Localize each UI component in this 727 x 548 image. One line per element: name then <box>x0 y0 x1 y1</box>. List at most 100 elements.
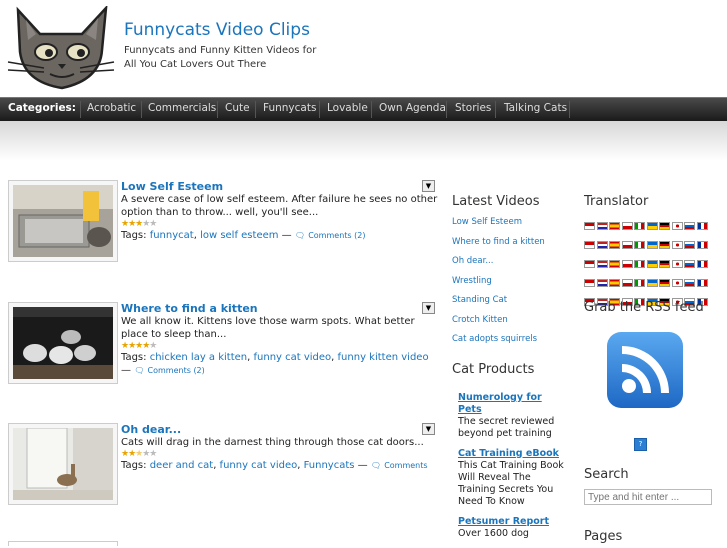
post-body: Cats will drag in the darnest thing thro… <box>121 436 439 472</box>
language-flag-icon[interactable] <box>671 279 683 287</box>
language-flag-icon[interactable] <box>634 260 645 268</box>
language-flag-icon[interactable] <box>621 279 633 287</box>
category-nav: Categories: Acrobatic Commercials Cute F… <box>0 97 727 122</box>
language-flag-icon[interactable] <box>596 241 608 249</box>
language-flag-icon[interactable] <box>634 222 645 230</box>
language-flag-icon[interactable] <box>634 241 645 249</box>
language-flag-icon[interactable] <box>684 260 695 268</box>
category-lovable[interactable]: Lovable <box>327 102 368 114</box>
small-badge-icon[interactable]: ? <box>634 438 647 451</box>
language-flag-icon[interactable] <box>696 241 708 249</box>
latest-video-link[interactable]: Cat adopts squirrels <box>452 330 572 350</box>
post-thumbnail[interactable] <box>8 302 118 384</box>
language-flag-icon[interactable] <box>584 260 595 268</box>
language-flag-icon[interactable] <box>621 222 633 230</box>
expand-toggle-button[interactable]: ▼ <box>422 180 435 192</box>
language-flag-icon[interactable] <box>659 241 670 249</box>
language-flag-icon[interactable] <box>584 222 595 230</box>
sidebar-right: Translator <box>584 194 724 209</box>
language-flag-icon[interactable] <box>634 279 645 287</box>
language-flag-icon[interactable] <box>696 279 708 287</box>
language-flag-icon[interactable] <box>584 279 595 287</box>
expand-toggle-button[interactable]: ▼ <box>422 423 435 435</box>
language-flag-icon[interactable] <box>584 241 595 249</box>
latest-video-link[interactable]: Low Self Esteem <box>452 213 572 233</box>
language-flag-icon[interactable] <box>621 241 633 249</box>
product-title-link[interactable]: Petsumer Report <box>458 516 566 528</box>
comment-icon: 🗨 <box>294 231 306 240</box>
comments-link[interactable]: Comments <box>384 461 427 470</box>
language-flag-icon[interactable] <box>684 241 695 249</box>
tag-link[interactable]: funny cat video <box>254 352 332 363</box>
deer-doorway-image <box>13 428 113 500</box>
tag-link[interactable]: deer and cat <box>150 460 213 471</box>
search-heading: Search <box>584 467 629 482</box>
language-flag-icon[interactable] <box>609 279 620 287</box>
post-title[interactable]: Where to find a kitten <box>121 302 258 315</box>
latest-video-link[interactable]: Oh dear... <box>452 252 572 272</box>
language-flag-icon[interactable] <box>659 279 670 287</box>
tag-link[interactable]: funny kitten video <box>338 352 429 363</box>
rss-feed-icon[interactable] <box>605 330 685 410</box>
gradient-band <box>0 121 727 161</box>
language-flag-icon[interactable] <box>646 222 658 230</box>
expand-toggle-button[interactable]: ▼ <box>422 302 435 314</box>
category-own-agenda[interactable]: Own Agenda <box>379 102 446 114</box>
category-cute[interactable]: Cute <box>225 102 250 114</box>
language-flag-icon[interactable] <box>684 222 695 230</box>
language-flag-icon[interactable] <box>621 260 633 268</box>
category-stories[interactable]: Stories <box>455 102 491 114</box>
tags-label: Tags: <box>121 460 147 471</box>
latest-video-link[interactable]: Where to find a kitten <box>452 233 572 253</box>
post-excerpt: Cats will drag in the darnest thing thro… <box>121 437 424 448</box>
pages-heading: Pages <box>584 529 623 544</box>
post-title[interactable]: Oh dear... <box>121 423 181 436</box>
tag-link[interactable]: chicken lay a kitten <box>150 352 247 363</box>
language-flag-icon[interactable] <box>696 222 708 230</box>
language-flag-icon[interactable] <box>671 222 683 230</box>
language-flag-icon[interactable] <box>609 260 620 268</box>
product-title-link[interactable]: Numerology for Pets <box>458 392 566 416</box>
search-section: Search <box>584 467 724 482</box>
language-flag-icon[interactable] <box>696 260 708 268</box>
tag-link[interactable]: funnycat <box>150 230 194 241</box>
rating-stars[interactable]: ★★★★★ <box>121 341 439 351</box>
language-flag-icon[interactable] <box>609 241 620 249</box>
product-title-link[interactable]: Cat Training eBook <box>458 448 566 460</box>
category-funnycats[interactable]: Funnycats <box>263 102 316 114</box>
language-flag-icon[interactable] <box>659 260 670 268</box>
latest-video-link[interactable]: Wrestling <box>452 272 572 292</box>
latest-video-link[interactable]: Crotch Kitten <box>452 311 572 331</box>
category-talking-cats[interactable]: Talking Cats <box>504 102 567 114</box>
cat-logo[interactable] <box>6 6 116 92</box>
language-flag-icon[interactable] <box>596 279 608 287</box>
site-title[interactable]: Funnycats Video Clips <box>124 20 310 40</box>
language-flag-icon[interactable] <box>609 222 620 230</box>
comments-link[interactable]: Comments (2) <box>148 366 205 375</box>
post-thumbnail[interactable] <box>8 423 118 505</box>
rating-stars[interactable]: ★★★★★ <box>121 219 439 229</box>
category-acrobatic[interactable]: Acrobatic <box>87 102 136 114</box>
language-flag-icon[interactable] <box>659 222 670 230</box>
post-tags: Tags: funnycat, low self esteem — 🗨 Comm… <box>121 230 366 241</box>
translator-flags <box>584 218 709 313</box>
search-input[interactable] <box>584 489 712 505</box>
tag-link[interactable]: funny cat video <box>220 460 298 471</box>
language-flag-icon[interactable] <box>684 279 695 287</box>
language-flag-icon[interactable] <box>596 260 608 268</box>
language-flag-icon[interactable] <box>671 241 683 249</box>
language-flag-icon[interactable] <box>646 260 658 268</box>
tag-link[interactable]: Funnycats <box>304 460 355 471</box>
post-title[interactable]: Low Self Esteem <box>121 180 223 193</box>
language-flag-icon[interactable] <box>596 222 608 230</box>
language-flag-icon[interactable] <box>671 260 683 268</box>
language-flag-icon[interactable] <box>646 241 658 249</box>
language-flag-icon[interactable] <box>646 279 658 287</box>
latest-video-link[interactable]: Standing Cat <box>452 291 572 311</box>
cat-products-list: Numerology for Pets The secret reviewed … <box>458 392 566 540</box>
rating-stars[interactable]: ★★★★★ <box>121 449 439 459</box>
post-thumbnail[interactable] <box>8 180 118 262</box>
tag-link[interactable]: low self esteem <box>200 230 278 241</box>
comments-link[interactable]: Comments (2) <box>308 231 365 240</box>
category-commercials[interactable]: Commercials <box>148 102 216 114</box>
